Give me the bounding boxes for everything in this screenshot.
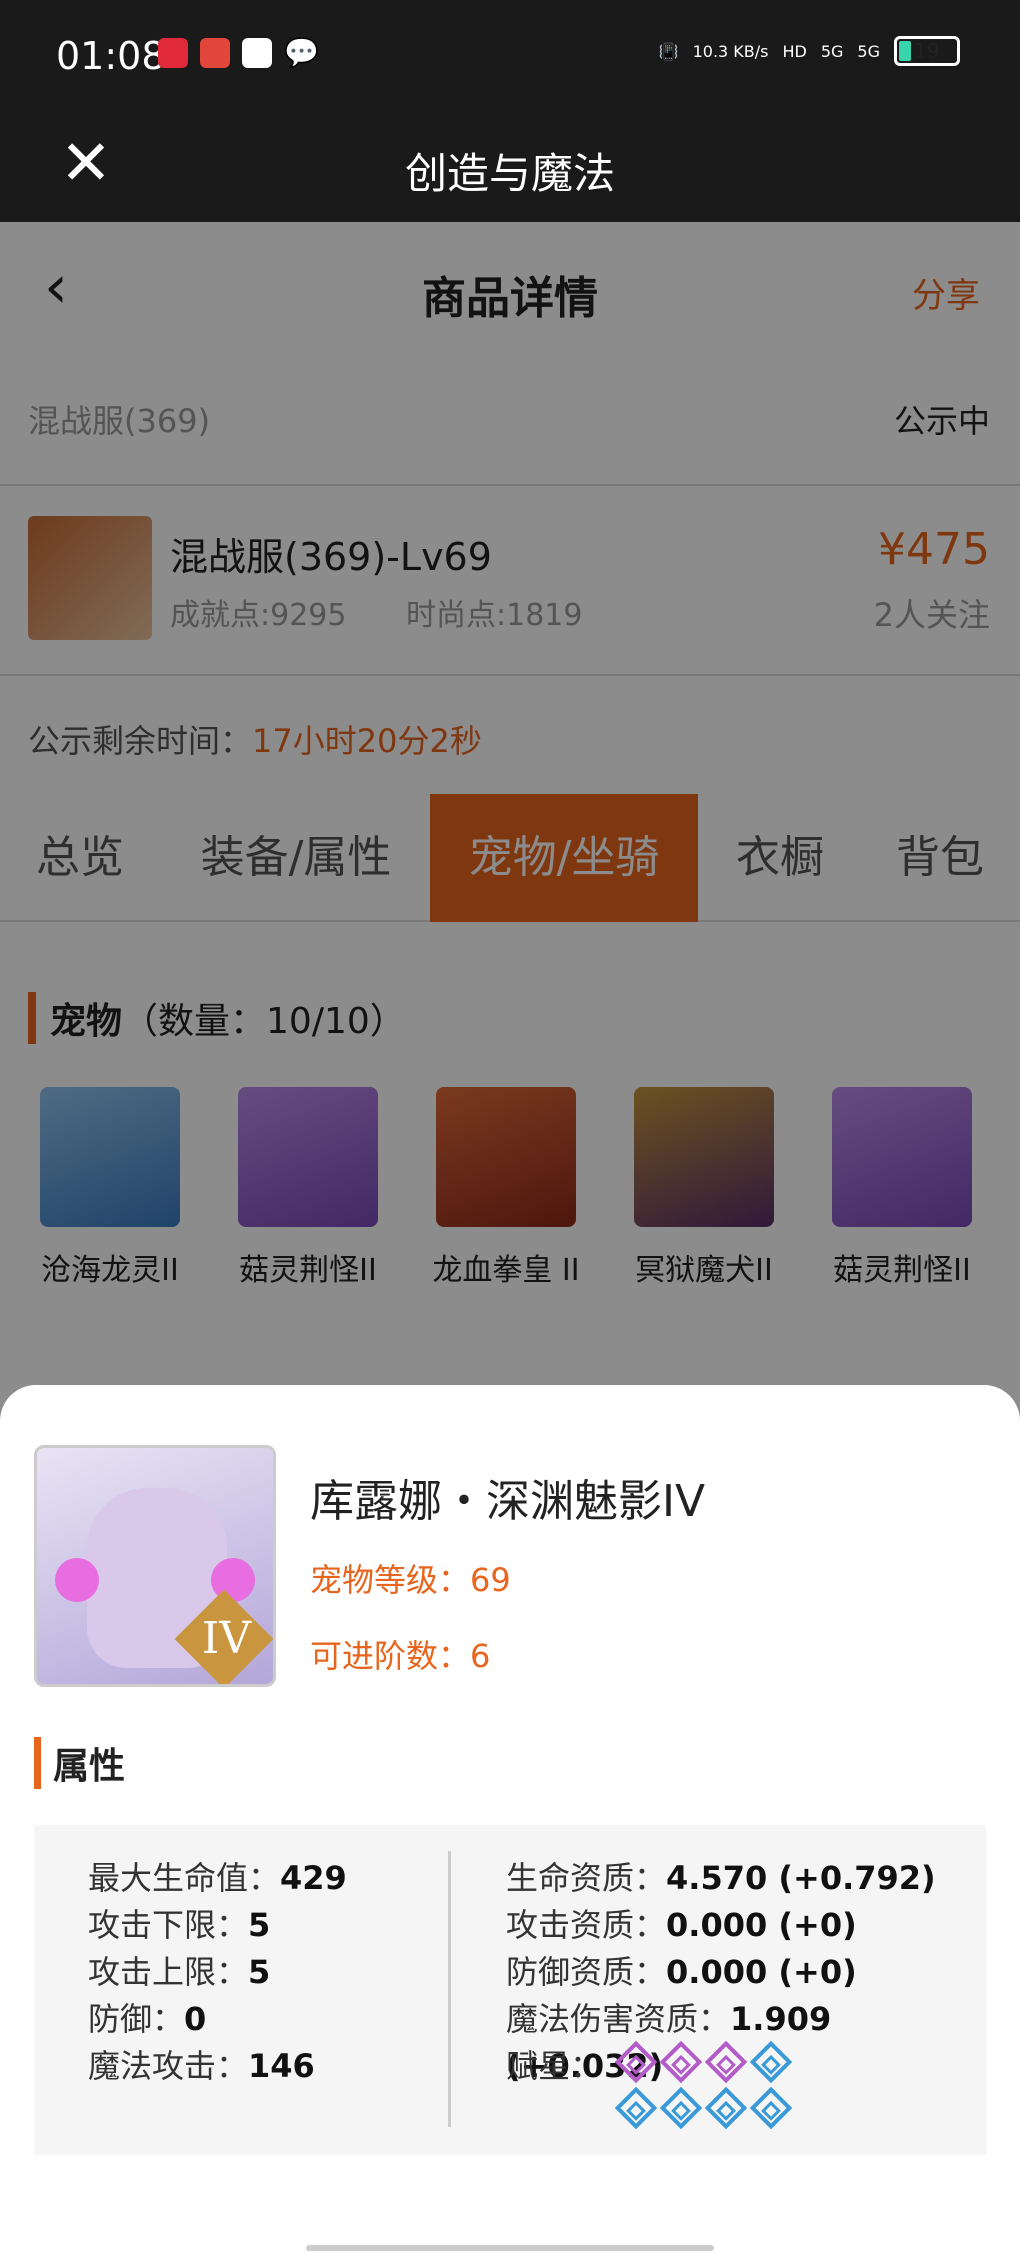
- hd-icon: HD: [782, 41, 807, 61]
- star-icon: [704, 2086, 748, 2130]
- app-title: 创造与魔法: [404, 149, 615, 198]
- attributes-panel: 最大生命值：429 攻击下限：5 攻击上限：5 防御：0 魔法攻击：146 生命…: [34, 1825, 986, 2155]
- home-indicator[interactable]: [306, 2245, 714, 2251]
- attr-label: 防御资质：: [506, 1953, 667, 1991]
- attr-label: 最大生命值：: [88, 1859, 281, 1897]
- battery-icon: 19: [894, 36, 960, 66]
- attr-magic-atk: 魔法攻击：146: [88, 2043, 347, 2090]
- orb-icon: [55, 1558, 99, 1602]
- attr-value: 5: [248, 1953, 271, 1991]
- attr-label: 赋星：: [506, 2047, 603, 2085]
- attributes-left: 最大生命值：429 攻击下限：5 攻击上限：5 防御：0 魔法攻击：146: [88, 1855, 347, 2090]
- star-icon: [614, 2040, 658, 2084]
- star-icon: [749, 2040, 793, 2084]
- attr-value: 146: [248, 2047, 315, 2085]
- attr-value: 429: [280, 1859, 347, 1897]
- attr-atk-aptitude: 攻击资质：0.000 (+0): [506, 1902, 986, 1949]
- app-icon: [200, 38, 230, 68]
- battery-level: 19: [914, 39, 940, 63]
- attr-defense: 防御：0: [88, 1996, 347, 2043]
- attr-label: 攻击上限：: [88, 1953, 249, 1991]
- attr-label: 攻击下限：: [88, 1906, 249, 1944]
- star-icon: [659, 2086, 703, 2130]
- message-icon: 💬: [284, 36, 319, 69]
- star-list: [614, 2040, 834, 2133]
- attr-label: 防御：: [88, 2000, 185, 2038]
- notification-icons: 💬: [158, 36, 319, 69]
- attr-value: 0: [184, 2000, 207, 2038]
- pet-level: 宠物等级：69: [310, 1561, 511, 1599]
- star-icon: [659, 2040, 703, 2084]
- divider: [448, 1851, 451, 2127]
- attr-value: 5: [248, 1906, 271, 1944]
- pet-avatar: IV: [34, 1445, 276, 1687]
- attr-label: 魔法攻击：: [88, 2047, 249, 2085]
- xiaohongshu-icon: [158, 38, 188, 68]
- attr-value: 4.570 (+0.792): [666, 1859, 936, 1897]
- vibrate-icon: 📳: [658, 41, 679, 61]
- attr-def-aptitude: 防御资质：0.000 (+0): [506, 1949, 986, 1996]
- pet-advance-count: 可进阶数：6: [310, 1637, 491, 1675]
- star-icon: [704, 2040, 748, 2084]
- status-bar: 01:08 💬 📳 10.3 KB/s HD 5G 5G 19: [0, 0, 1020, 110]
- signal-5g-icon: 5G: [820, 41, 844, 61]
- attr-value: 0.000 (+0): [666, 1906, 857, 1944]
- attr-atk-min: 攻击下限：5: [88, 1902, 347, 1949]
- attr-value: 0.000 (+0): [666, 1953, 857, 1991]
- app-titlebar: ✕ 创造与魔法: [0, 110, 1020, 222]
- status-time: 01:08: [56, 34, 166, 78]
- attr-label: 魔法伤害资质：: [506, 2000, 731, 2038]
- star-icon: [749, 2086, 793, 2130]
- net-speed: 10.3 KB/s: [692, 41, 769, 61]
- pet-name-title: 库露娜・深渊魅影IV: [310, 1476, 706, 1527]
- attr-atk-max: 攻击上限：5: [88, 1949, 347, 1996]
- attr-magic-aptitude: 魔法伤害资质：1.909 (+0.032): [506, 1996, 986, 2085]
- attr-max-hp: 最大生命值：429: [88, 1855, 347, 1902]
- status-right: 📳 10.3 KB/s HD 5G 5G 19: [659, 36, 960, 66]
- battery-fill: [899, 41, 911, 61]
- rank-badge-text: IV: [201, 1613, 251, 1664]
- attr-label: 攻击资质：: [506, 1906, 667, 1944]
- star-icon: [614, 2086, 658, 2130]
- pet-detail-sheet: IV 库露娜・深渊魅影IV 宠物等级：69 可进阶数：6 属性 最大生命值：42…: [0, 1385, 1020, 2255]
- attributes-heading: 属性: [34, 1737, 125, 1789]
- attr-label: 生命资质：: [506, 1859, 667, 1897]
- signal-5g-icon-2: 5G: [857, 41, 880, 61]
- attr-hp-aptitude: 生命资质：4.570 (+0.792): [506, 1855, 986, 1902]
- square-icon: [242, 38, 272, 68]
